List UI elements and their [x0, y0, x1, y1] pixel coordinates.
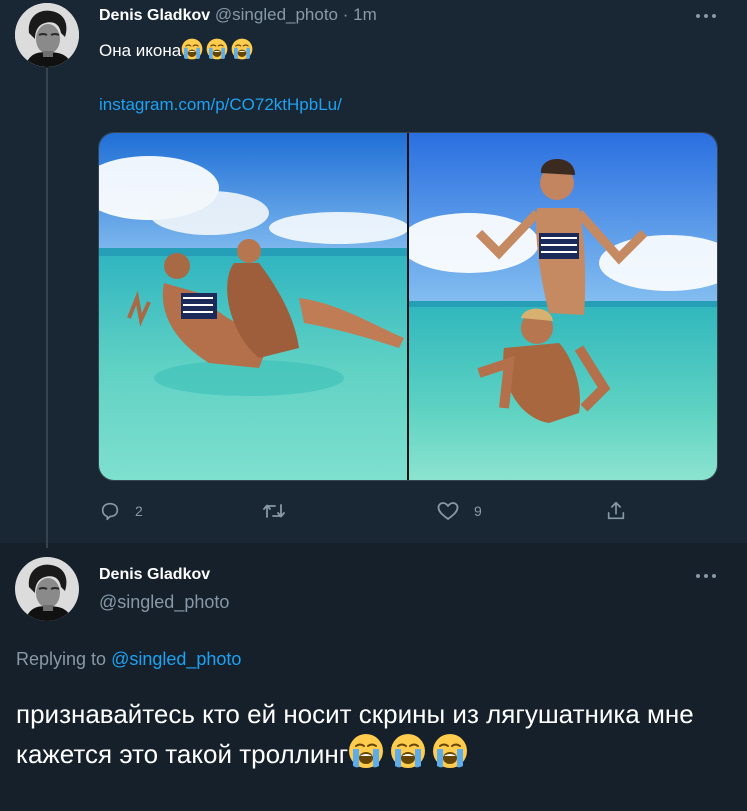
replying-to-line: Replying to @singled_photo [16, 649, 241, 670]
more-options-button[interactable] [695, 8, 717, 19]
tweet-text-content: Она икона [99, 41, 182, 60]
retweet-button[interactable] [262, 500, 300, 522]
share-button[interactable] [605, 500, 627, 522]
reply-text: признавайтесь кто ей носит скрины из ляг… [16, 695, 731, 779]
beach-photo-icon [99, 133, 407, 480]
avatar-photo-icon [15, 3, 79, 67]
tweet-timestamp[interactable]: 1m [353, 5, 377, 24]
photo-left[interactable] [99, 133, 407, 480]
reply-author-handle[interactable]: @singled_photo [99, 592, 229, 613]
replying-to-label: Replying to [16, 649, 107, 669]
like-button[interactable]: 9 [436, 500, 482, 522]
reply-count: 2 [135, 503, 143, 519]
reply-icon [101, 502, 119, 521]
beach-photo-icon [409, 133, 717, 480]
avatar[interactable] [15, 3, 79, 67]
tweet-thread: Denis Gladkov @singled_photo · 1m Она ик… [0, 0, 747, 811]
reply-author-name[interactable]: Denis Gladkov [99, 566, 210, 584]
avatar-photo-icon [15, 557, 79, 621]
more-options-button[interactable] [695, 568, 717, 579]
tweet-header: Denis Gladkov @singled_photo · 1m [99, 5, 377, 25]
tweet-text: Она икона [99, 38, 253, 65]
avatar[interactable] [15, 557, 79, 621]
reply-button[interactable]: 2 [99, 500, 143, 522]
tweet[interactable]: Denis Gladkov @singled_photo · 1m Она ик… [0, 0, 747, 548]
emoji-group [348, 734, 468, 769]
emoji-group [181, 38, 253, 60]
more-dots-icon [696, 14, 716, 18]
more-dots-icon [696, 574, 716, 578]
tweet-link[interactable]: instagram.com/p/CO72ktHpbLu/ [99, 95, 342, 115]
author-handle[interactable]: @singled_photo [215, 5, 338, 24]
like-count: 9 [474, 503, 482, 519]
tweet-media[interactable] [98, 132, 718, 481]
loudly-crying-face-icon [432, 733, 468, 779]
loudly-crying-face-icon [181, 38, 203, 65]
heart-icon [437, 502, 459, 520]
author-name[interactable]: Denis Gladkov [99, 7, 210, 24]
share-icon [607, 501, 625, 520]
loudly-crying-face-icon [206, 38, 228, 65]
thread-connector-line [46, 68, 48, 548]
tweet-actions: 2 9 [99, 500, 639, 526]
separator-dot: · [342, 5, 349, 24]
loudly-crying-face-icon [390, 733, 426, 779]
retweet-icon [263, 504, 285, 518]
photo-right[interactable] [409, 133, 717, 480]
replying-to-mention[interactable]: @singled_photo [111, 649, 241, 669]
loudly-crying-face-icon [348, 733, 384, 779]
loudly-crying-face-icon [231, 38, 253, 65]
